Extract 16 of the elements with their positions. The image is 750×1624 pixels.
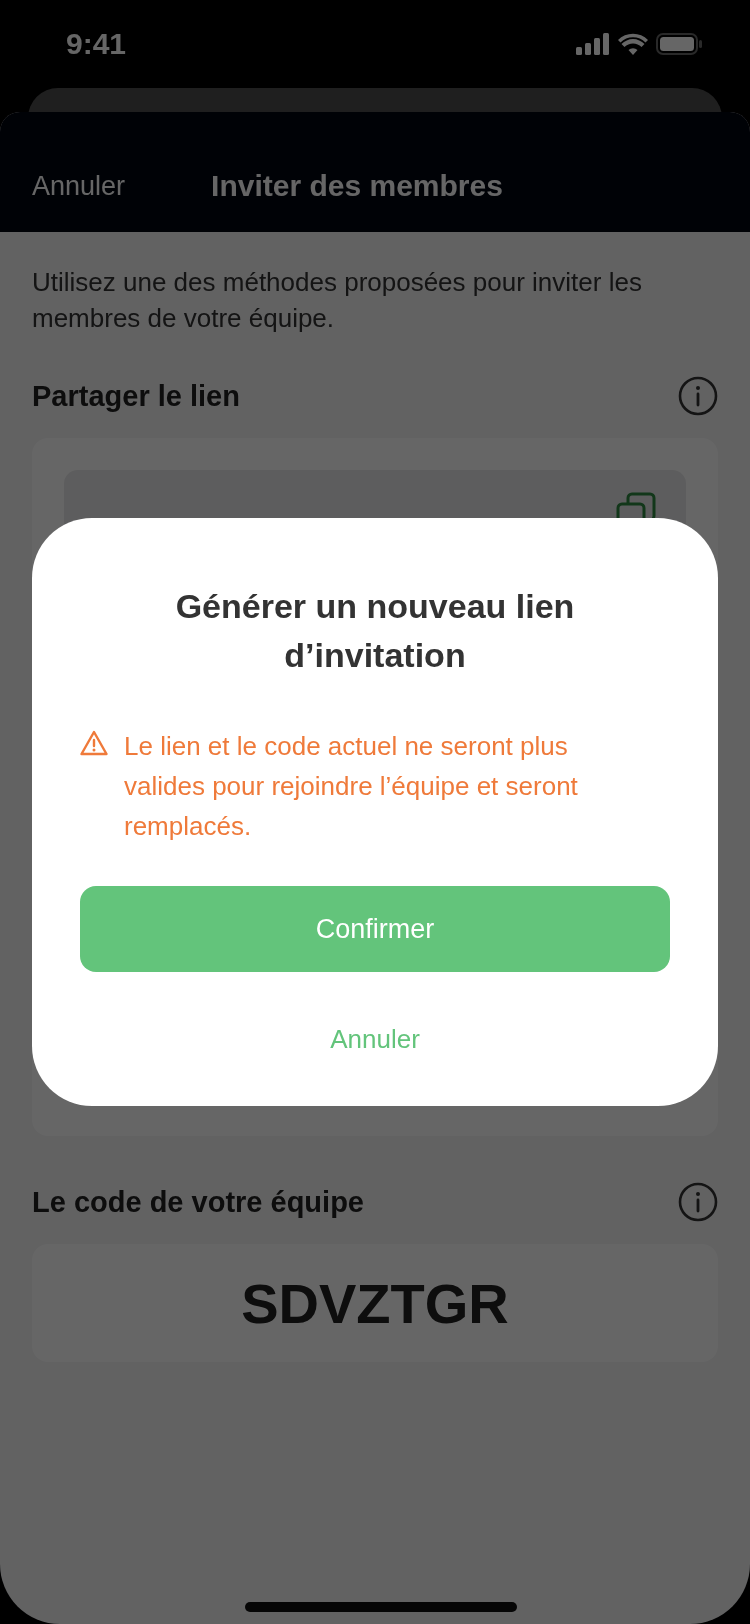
warning-icon (80, 730, 108, 756)
dialog-title: Générer un nouveau lien d’invitation (174, 586, 576, 676)
intro-text: Utilisez une des méthodes proposées pour inviter les membres de votre équipe. (32, 266, 643, 335)
team-code: SDVZTGR (241, 1270, 509, 1336)
warning-text: Le lien et le code actuel ne seront plus valides pour rejoindre l’équipe et seront remplacés. (124, 730, 579, 843)
section-title: Partager le lien (32, 379, 240, 413)
screen-title: Inviter des membres (211, 169, 503, 203)
status-time: 9:41 (66, 27, 127, 61)
confirm-button[interactable]: Confirmer (80, 886, 670, 972)
info-icon[interactable] (678, 1182, 718, 1222)
info-icon[interactable] (678, 376, 718, 416)
section-title: Le code de votre équipe (32, 1185, 364, 1219)
signal-icon (576, 33, 610, 55)
wifi-icon (618, 33, 648, 55)
cancel-button[interactable]: Annuler (32, 170, 126, 202)
cancel-button[interactable]: Annuler (330, 1024, 420, 1055)
